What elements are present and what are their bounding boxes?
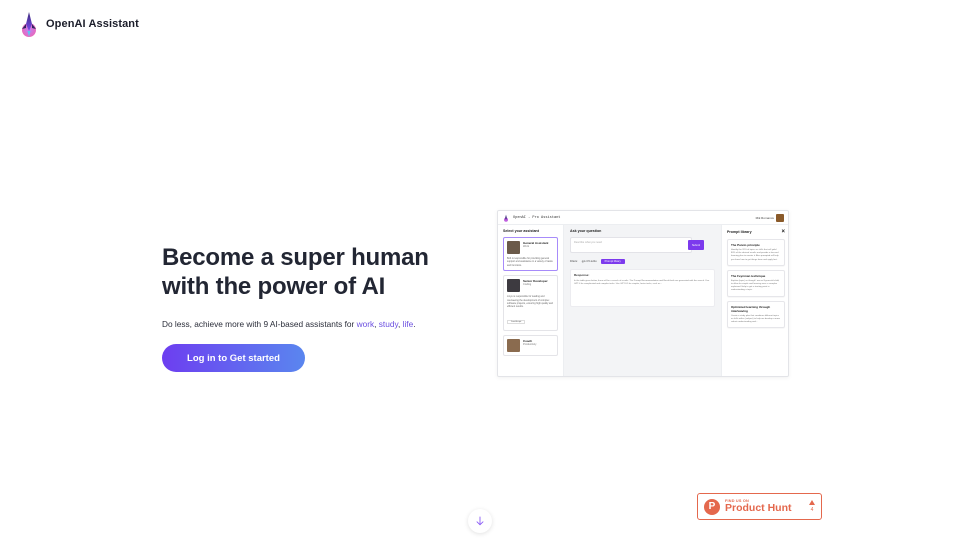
product-hunt-icon: P [704,498,720,515]
prompt-library-heading: Prompt library [727,230,752,234]
hero-subtitle: Do less, achieve more with 9 AI-based as… [162,319,482,329]
assistant-list-heading: Select your assistant [503,229,539,233]
product-hunt-badge[interactable]: P FIND US ON Product Hunt 4 [697,493,822,520]
upvote-count: 4 [809,500,815,513]
assistant-tag: Productivity [523,342,537,346]
upvote-icon [809,500,815,505]
upvote-number: 4 [810,507,814,513]
preview-account-name: Mik Romanov [755,215,774,220]
assistant-desc: Linyu is responsible for leading and ove… [507,295,553,309]
response-text: In the table given below, there will be … [574,280,710,286]
hero-title-line1: Become a super human [162,244,429,271]
prompt-title: The Pareto principle [731,243,760,247]
subtitle-end: . [413,319,416,329]
response-heading: Response: [574,273,590,277]
assistant-tag: Coding [523,283,532,287]
question-input: Describe what you need Submit [570,237,704,253]
assistant-card: General Assistant Work Bob is responsibl… [503,237,558,272]
prompt-text: Explain (topic) as though I am an 8-year… [731,279,780,292]
link-life[interactable]: life [403,319,414,329]
rocket-logo-icon [22,12,36,37]
prompt-card: The Pareto principle Identify the 20% of… [727,239,785,266]
filter-option: gpt-3.5-turbo [581,260,597,263]
submit-button: Submit [688,240,704,250]
question-panel: Ask your question Describe what you need… [564,225,721,376]
arrow-down-icon [476,516,484,526]
assistant-card: Coach Productivity [503,334,558,356]
prompt-title: Optimized learning through interleaving [731,304,771,313]
assistant-list: Select your assistant General Assistant … [498,225,564,376]
product-hunt-big: Product Hunt [725,502,792,514]
prompt-card: Optimized learning through interleaving … [727,300,785,329]
prompt-text: Create a study plan that combines differ… [731,314,780,324]
response-box: Response: In the table given below, ther… [570,269,715,307]
question-placeholder: Describe what you need [574,241,602,244]
brand-logo[interactable]: OpenAI Assistant [18,10,139,38]
prompt-title: The Feynman technique [731,273,766,278]
assistant-chip: JavaScript [507,319,526,324]
hero-section: Become a super human with the power of A… [162,243,482,372]
prompt-text: Identify the 20% of topics or skills tha… [731,249,779,261]
hero-title: Become a super human with the power of A… [162,243,482,301]
assistant-avatar [507,338,520,352]
scroll-down-button[interactable] [468,509,492,533]
preview-app-title: OpenAI - Pro Assistant [513,215,561,220]
preview-account: Mik Romanov [755,213,784,222]
filter-chip: Prompt library [600,259,625,264]
preview-topbar: OpenAI - Pro Assistant Mik Romanov [498,211,788,225]
avatar [776,213,784,222]
close-icon: × [781,229,785,235]
question-heading: Ask your question [570,229,602,233]
filters-label: Filters: [570,260,578,263]
app-preview: OpenAI - Pro Assistant Mik Romanov Selec… [497,210,789,377]
subtitle-text: Do less, achieve more with 9 AI-based as… [162,319,357,329]
assistant-tag: Work [523,245,530,248]
prompt-card: The Feynman technique Explain (topic) as… [727,269,785,297]
assistant-avatar [507,241,520,254]
filters-row: Filters: gpt-3.5-turbo Prompt library [570,259,715,264]
link-study[interactable]: study [379,319,398,329]
prompt-library: Prompt library × The Pareto principle Id… [721,225,788,376]
login-get-started-button[interactable]: Log in to Get started [162,344,305,372]
assistant-card: Senior Developer Coding Linyu is respons… [503,275,558,331]
rocket-logo-icon [504,214,508,222]
hero-title-line2: with the power of AI [162,273,386,300]
assistant-avatar [507,279,520,293]
assistant-desc: Bob is responsible for providing general… [507,257,553,267]
brand-name: OpenAI Assistant [46,18,139,30]
link-work[interactable]: work [357,319,375,329]
